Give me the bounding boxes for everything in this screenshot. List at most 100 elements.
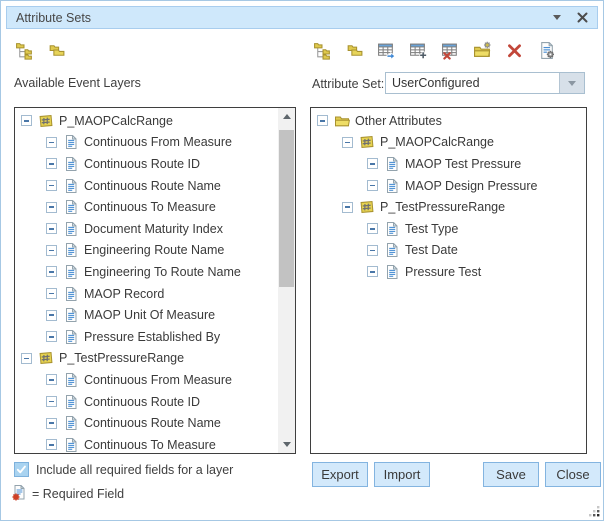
tree-item[interactable]: Continuous Route Name bbox=[15, 175, 278, 197]
collapse-toggle[interactable] bbox=[46, 439, 57, 450]
new-attribute-set-folder-button[interactable] bbox=[472, 40, 492, 60]
collapse-toggle[interactable] bbox=[46, 396, 57, 407]
collapse-toggle[interactable] bbox=[367, 245, 378, 256]
folder-icon bbox=[334, 113, 350, 129]
collapse-folders-icon bbox=[47, 41, 66, 60]
tree-item[interactable]: Continuous From Measure bbox=[15, 369, 278, 391]
collapse-toggle[interactable] bbox=[367, 223, 378, 234]
tree-item[interactable]: MAOP Design Pressure bbox=[311, 175, 586, 197]
tree-item[interactable]: Test Type bbox=[311, 218, 586, 240]
close-button[interactable]: Close bbox=[545, 462, 601, 487]
attribute-set-properties-icon bbox=[537, 41, 556, 60]
collapse-toggle[interactable] bbox=[342, 202, 353, 213]
collapse-toggle[interactable] bbox=[46, 223, 57, 234]
scrollbar-thumb[interactable] bbox=[279, 130, 294, 287]
doc-icon bbox=[63, 242, 79, 258]
import-button[interactable]: Import bbox=[374, 462, 430, 487]
doc-icon bbox=[63, 221, 79, 237]
collapse-toggle[interactable] bbox=[21, 353, 32, 364]
available-event-layers-panel: P_MAOPCalcRange Continuous From Measure … bbox=[14, 107, 296, 454]
collapse-folders-button[interactable] bbox=[344, 40, 364, 60]
tree-item[interactable]: Continuous Route ID bbox=[15, 391, 278, 413]
tree-item[interactable]: Continuous From Measure bbox=[15, 132, 278, 154]
expand-layer-tree-button[interactable] bbox=[14, 40, 34, 60]
scrollbar-track[interactable] bbox=[278, 108, 295, 453]
tree-item[interactable]: Engineering To Route Name bbox=[15, 261, 278, 283]
tree-item[interactable]: Test Date bbox=[311, 240, 586, 262]
collapse-toggle[interactable] bbox=[46, 180, 57, 191]
window-title: Attribute Sets bbox=[16, 11, 553, 25]
table-append-button[interactable] bbox=[376, 40, 396, 60]
collapse-toggle[interactable] bbox=[46, 245, 57, 256]
tree-item[interactable]: Pressure Test bbox=[311, 261, 586, 283]
tree-item[interactable]: MAOP Record bbox=[15, 283, 278, 305]
tree-item[interactable]: Engineering Route Name bbox=[15, 240, 278, 262]
doc-icon bbox=[384, 221, 400, 237]
delete-attribute-set-button[interactable] bbox=[504, 40, 524, 60]
collapse-toggle[interactable] bbox=[46, 331, 57, 342]
table-add-icon bbox=[409, 41, 428, 60]
tree-item-label: Pressure Test bbox=[405, 265, 481, 279]
tree-item[interactable]: Continuous Route ID bbox=[15, 153, 278, 175]
attribute-set-dropdown-button[interactable] bbox=[559, 73, 584, 93]
expand-layer-tree-button[interactable] bbox=[312, 40, 332, 60]
chevron-down-icon bbox=[568, 81, 576, 86]
layer-icon bbox=[359, 199, 375, 215]
collapse-toggle[interactable] bbox=[342, 137, 353, 148]
save-button[interactable]: Save bbox=[483, 462, 539, 487]
collapse-toggle[interactable] bbox=[317, 115, 328, 126]
include-required-fields-checkbox[interactable] bbox=[14, 462, 29, 477]
collapse-folders-button[interactable] bbox=[46, 40, 66, 60]
resize-grip[interactable] bbox=[588, 505, 601, 518]
collapse-toggle[interactable] bbox=[46, 158, 57, 169]
close-window-icon[interactable] bbox=[577, 12, 588, 23]
collapse-toggle[interactable] bbox=[46, 310, 57, 321]
collapse-toggle[interactable] bbox=[46, 288, 57, 299]
attribute-set-dropdown[interactable]: UserConfigured bbox=[385, 72, 585, 94]
table-remove-button[interactable] bbox=[440, 40, 460, 60]
collapse-toggle[interactable] bbox=[21, 115, 32, 126]
table-append-icon bbox=[377, 41, 396, 60]
table-add-button[interactable] bbox=[408, 40, 428, 60]
tree-item[interactable]: P_TestPressureRange bbox=[15, 348, 278, 370]
tree-item[interactable]: Other Attributes bbox=[311, 110, 586, 132]
window-menu-caret-icon[interactable] bbox=[553, 15, 561, 20]
collapse-toggle[interactable] bbox=[46, 202, 57, 213]
tree-item-label: Test Date bbox=[405, 243, 458, 257]
tree-item-label: Continuous Route ID bbox=[84, 395, 200, 409]
attribute-set-properties-button[interactable] bbox=[536, 40, 556, 60]
collapse-toggle[interactable] bbox=[367, 266, 378, 277]
scroll-up-icon bbox=[283, 114, 291, 119]
collapse-toggle[interactable] bbox=[46, 137, 57, 148]
new-attribute-set-folder-icon bbox=[473, 41, 492, 60]
collapse-toggle[interactable] bbox=[46, 266, 57, 277]
doc-icon bbox=[63, 134, 79, 150]
tree-item-label: Other Attributes bbox=[355, 114, 442, 128]
collapse-toggle[interactable] bbox=[367, 158, 378, 169]
tree-item[interactable]: P_MAOPCalcRange bbox=[15, 110, 278, 132]
doc-icon bbox=[63, 264, 79, 280]
export-button[interactable]: Export bbox=[312, 462, 368, 487]
collapse-toggle[interactable] bbox=[46, 418, 57, 429]
available-event-layers-label: Available Event Layers bbox=[14, 76, 141, 90]
tree-item[interactable]: P_TestPressureRange bbox=[311, 196, 586, 218]
tree-item-label: Continuous From Measure bbox=[84, 135, 232, 149]
doc-icon bbox=[63, 307, 79, 323]
tree-item[interactable]: Pressure Established By bbox=[15, 326, 278, 348]
collapse-toggle[interactable] bbox=[46, 374, 57, 385]
required-field-icon bbox=[11, 484, 28, 501]
tree-item[interactable]: Continuous To Measure bbox=[15, 434, 278, 453]
tree-item[interactable]: MAOP Test Pressure bbox=[311, 153, 586, 175]
tree-item[interactable]: Continuous Route Name bbox=[15, 412, 278, 434]
attribute-set-panel: Other Attributes P_MAOPCalcRange MAOP Te… bbox=[310, 107, 587, 454]
layer-icon bbox=[359, 134, 375, 150]
doc-icon bbox=[63, 286, 79, 302]
scrollbar-down-button[interactable] bbox=[278, 436, 295, 453]
scrollbar-up-button[interactable] bbox=[278, 108, 295, 125]
tree-item[interactable]: Document Maturity Index bbox=[15, 218, 278, 240]
collapse-toggle[interactable] bbox=[367, 180, 378, 191]
tree-item-label: Continuous Route Name bbox=[84, 416, 221, 430]
tree-item[interactable]: Continuous To Measure bbox=[15, 196, 278, 218]
tree-item[interactable]: MAOP Unit Of Measure bbox=[15, 304, 278, 326]
tree-item[interactable]: P_MAOPCalcRange bbox=[311, 132, 586, 154]
